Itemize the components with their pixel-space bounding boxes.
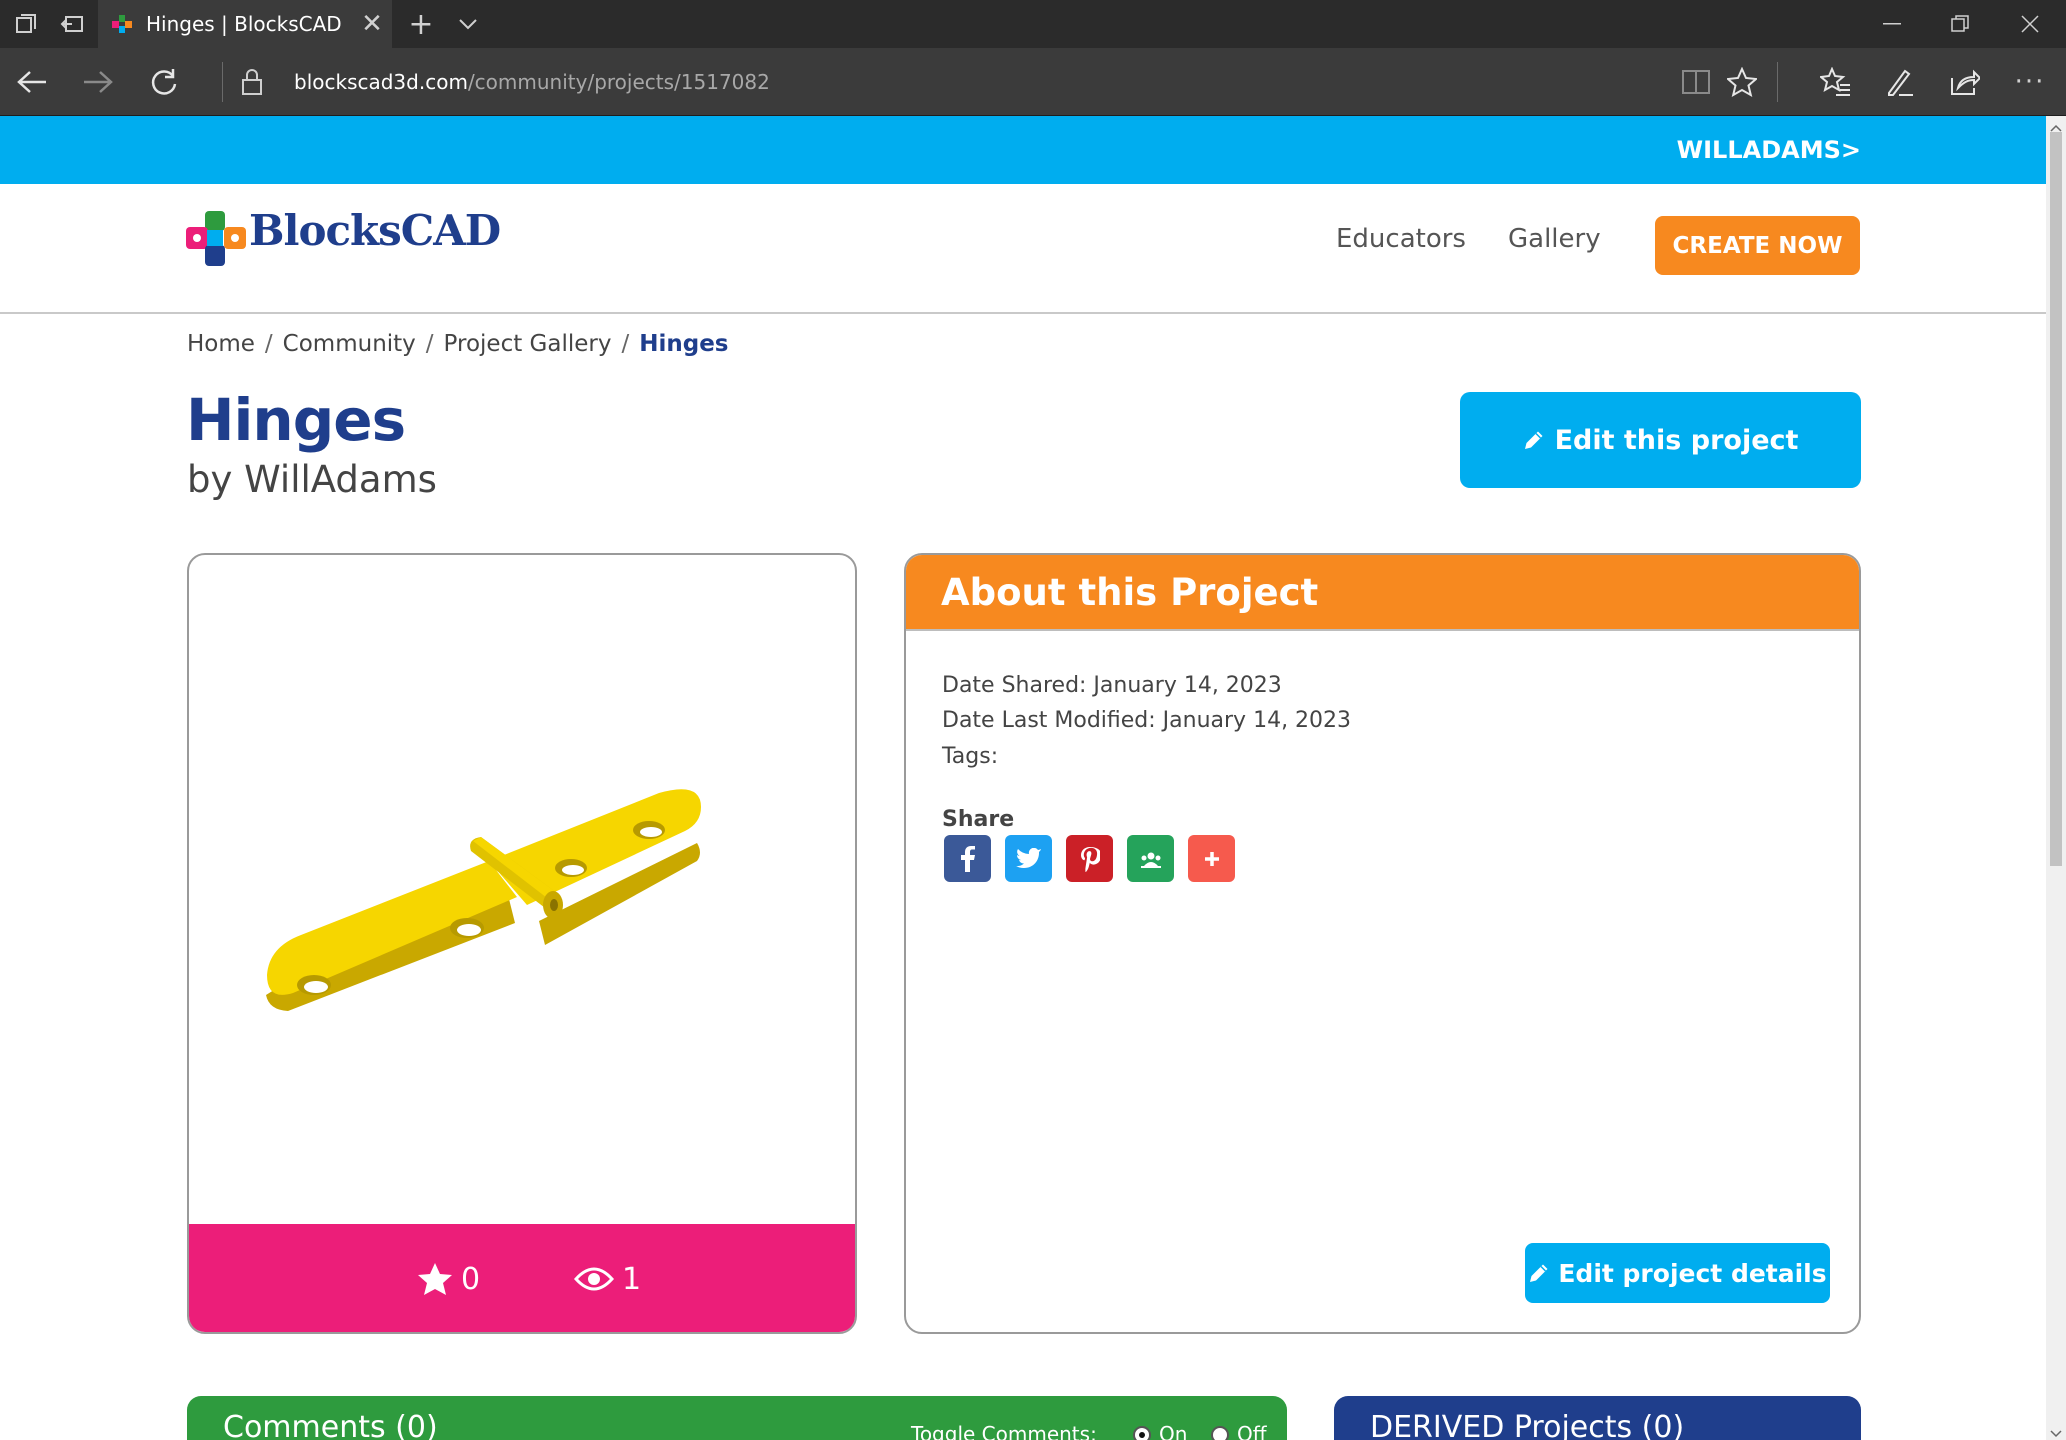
derived-projects-title: DERIVED Projects (0)	[1370, 1410, 1685, 1440]
share-more-button[interactable]	[1188, 835, 1235, 882]
breadcrumb-separator: /	[425, 331, 434, 357]
project-author: by WillAdams	[187, 458, 437, 501]
comments-off-label[interactable]: Off	[1237, 1422, 1267, 1440]
site-favicon	[110, 12, 134, 36]
comments-on-label[interactable]: On	[1159, 1422, 1187, 1440]
edit-project-button[interactable]: Edit this project	[1460, 392, 1861, 488]
share-label: Share	[942, 807, 1015, 832]
facebook-icon	[960, 845, 975, 872]
project-stats-bar: 0 1	[189, 1224, 855, 1332]
share-icon[interactable]	[1945, 62, 1985, 102]
share-pinterest-button[interactable]	[1066, 835, 1113, 882]
breadcrumb-separator: /	[621, 331, 630, 357]
favorite-star-icon[interactable]	[1722, 62, 1762, 102]
scroll-up-arrow[interactable]	[2049, 118, 2063, 132]
share-facebook-button[interactable]	[944, 835, 991, 882]
breadcrumb-current: Hinges	[639, 331, 729, 357]
page-title: Hinges	[186, 386, 406, 454]
derived-projects-card: DERIVED Projects (0)	[1334, 1396, 1861, 1440]
scrollbar-thumb[interactable]	[2050, 132, 2062, 866]
comments-off-radio[interactable]	[1211, 1426, 1229, 1440]
model-preview[interactable]	[189, 555, 855, 1223]
blockscad-logo-icon[interactable]	[186, 210, 248, 268]
about-card-title: About this Project	[941, 571, 1319, 614]
edit-details-label: Edit project details	[1558, 1258, 1827, 1288]
edit-project-details-button[interactable]: Edit project details	[1525, 1243, 1830, 1303]
url-domain: blockscad3d.com	[294, 70, 468, 94]
comments-card: Comments (0) Toggle Comments: On Off	[187, 1396, 1287, 1440]
nav-gallery[interactable]: Gallery	[1508, 224, 1601, 254]
share-google-classroom-button[interactable]	[1127, 835, 1174, 882]
address-divider	[222, 62, 223, 102]
plus-icon	[1203, 850, 1221, 868]
date-shared: Date Shared: January 14, 2023	[942, 673, 1282, 698]
date-modified: Date Last Modified: January 14, 2023	[942, 708, 1352, 733]
stars-stat[interactable]: 0	[417, 1224, 481, 1332]
pencil-icon	[1528, 1262, 1550, 1284]
minimize-icon[interactable]	[1874, 6, 1910, 42]
views-count: 1	[622, 1261, 642, 1297]
pen-icon[interactable]	[1880, 62, 1920, 102]
more-icon[interactable]: ···	[2010, 62, 2050, 102]
views-stat: 1	[574, 1224, 642, 1332]
create-now-button[interactable]: CREATE NOW	[1655, 216, 1860, 275]
close-icon[interactable]: ✕	[354, 6, 390, 42]
forward-icon[interactable]	[78, 62, 118, 102]
window-close-icon[interactable]	[2012, 6, 2048, 42]
edit-project-label: Edit this project	[1554, 424, 1799, 456]
new-tab-icon[interactable]: +	[403, 6, 439, 42]
lock-icon	[236, 64, 268, 100]
tags-label: Tags:	[942, 744, 999, 769]
eye-icon	[574, 1265, 614, 1293]
comments-title: Comments (0)	[223, 1410, 438, 1440]
user-account-link[interactable]: WILLADAMS>	[1677, 116, 1861, 184]
breadcrumb-project-gallery[interactable]: Project Gallery	[444, 331, 612, 357]
pencil-icon	[1523, 429, 1545, 451]
twitter-icon	[1015, 847, 1042, 870]
breadcrumb-home[interactable]: Home	[187, 331, 255, 357]
back-tab-icon[interactable]	[54, 6, 90, 42]
model-viewer-card: 0 1	[187, 553, 857, 1334]
share-twitter-button[interactable]	[1005, 835, 1052, 882]
restore-icon[interactable]	[1942, 6, 1978, 42]
tab-manager-icon[interactable]	[8, 6, 44, 42]
stars-count: 0	[461, 1261, 481, 1297]
pinterest-icon	[1080, 846, 1100, 872]
toolbar-divider	[1777, 62, 1778, 102]
breadcrumb-community[interactable]: Community	[283, 331, 416, 357]
star-icon	[417, 1262, 453, 1296]
about-project-card: About this Project Date Shared: January …	[904, 553, 1861, 1334]
about-card-header: About this Project	[906, 555, 1859, 631]
nav-educators[interactable]: Educators	[1336, 224, 1466, 254]
reading-view-icon[interactable]	[1676, 62, 1716, 102]
url-field[interactable]: blockscad3d.com/community/projects/15170…	[294, 48, 770, 116]
scroll-down-arrow[interactable]	[2049, 1424, 2063, 1438]
logo-wordmark[interactable]: BlocksCAD	[249, 206, 501, 255]
url-path: /community/projects/1517082	[467, 70, 770, 94]
classroom-icon	[1139, 850, 1163, 868]
back-icon[interactable]	[12, 62, 52, 102]
comments-on-radio[interactable]	[1133, 1426, 1151, 1440]
chevron-down-icon[interactable]	[450, 6, 486, 42]
toggle-comments-label: Toggle Comments:	[911, 1422, 1097, 1440]
refresh-icon[interactable]	[144, 62, 184, 102]
breadcrumb: Home / Community / Project Gallery / Hinges	[187, 331, 728, 357]
favorites-list-icon[interactable]	[1816, 62, 1856, 102]
breadcrumb-separator: /	[264, 331, 273, 357]
tab-title: Hinges | BlocksCAD	[146, 12, 342, 36]
